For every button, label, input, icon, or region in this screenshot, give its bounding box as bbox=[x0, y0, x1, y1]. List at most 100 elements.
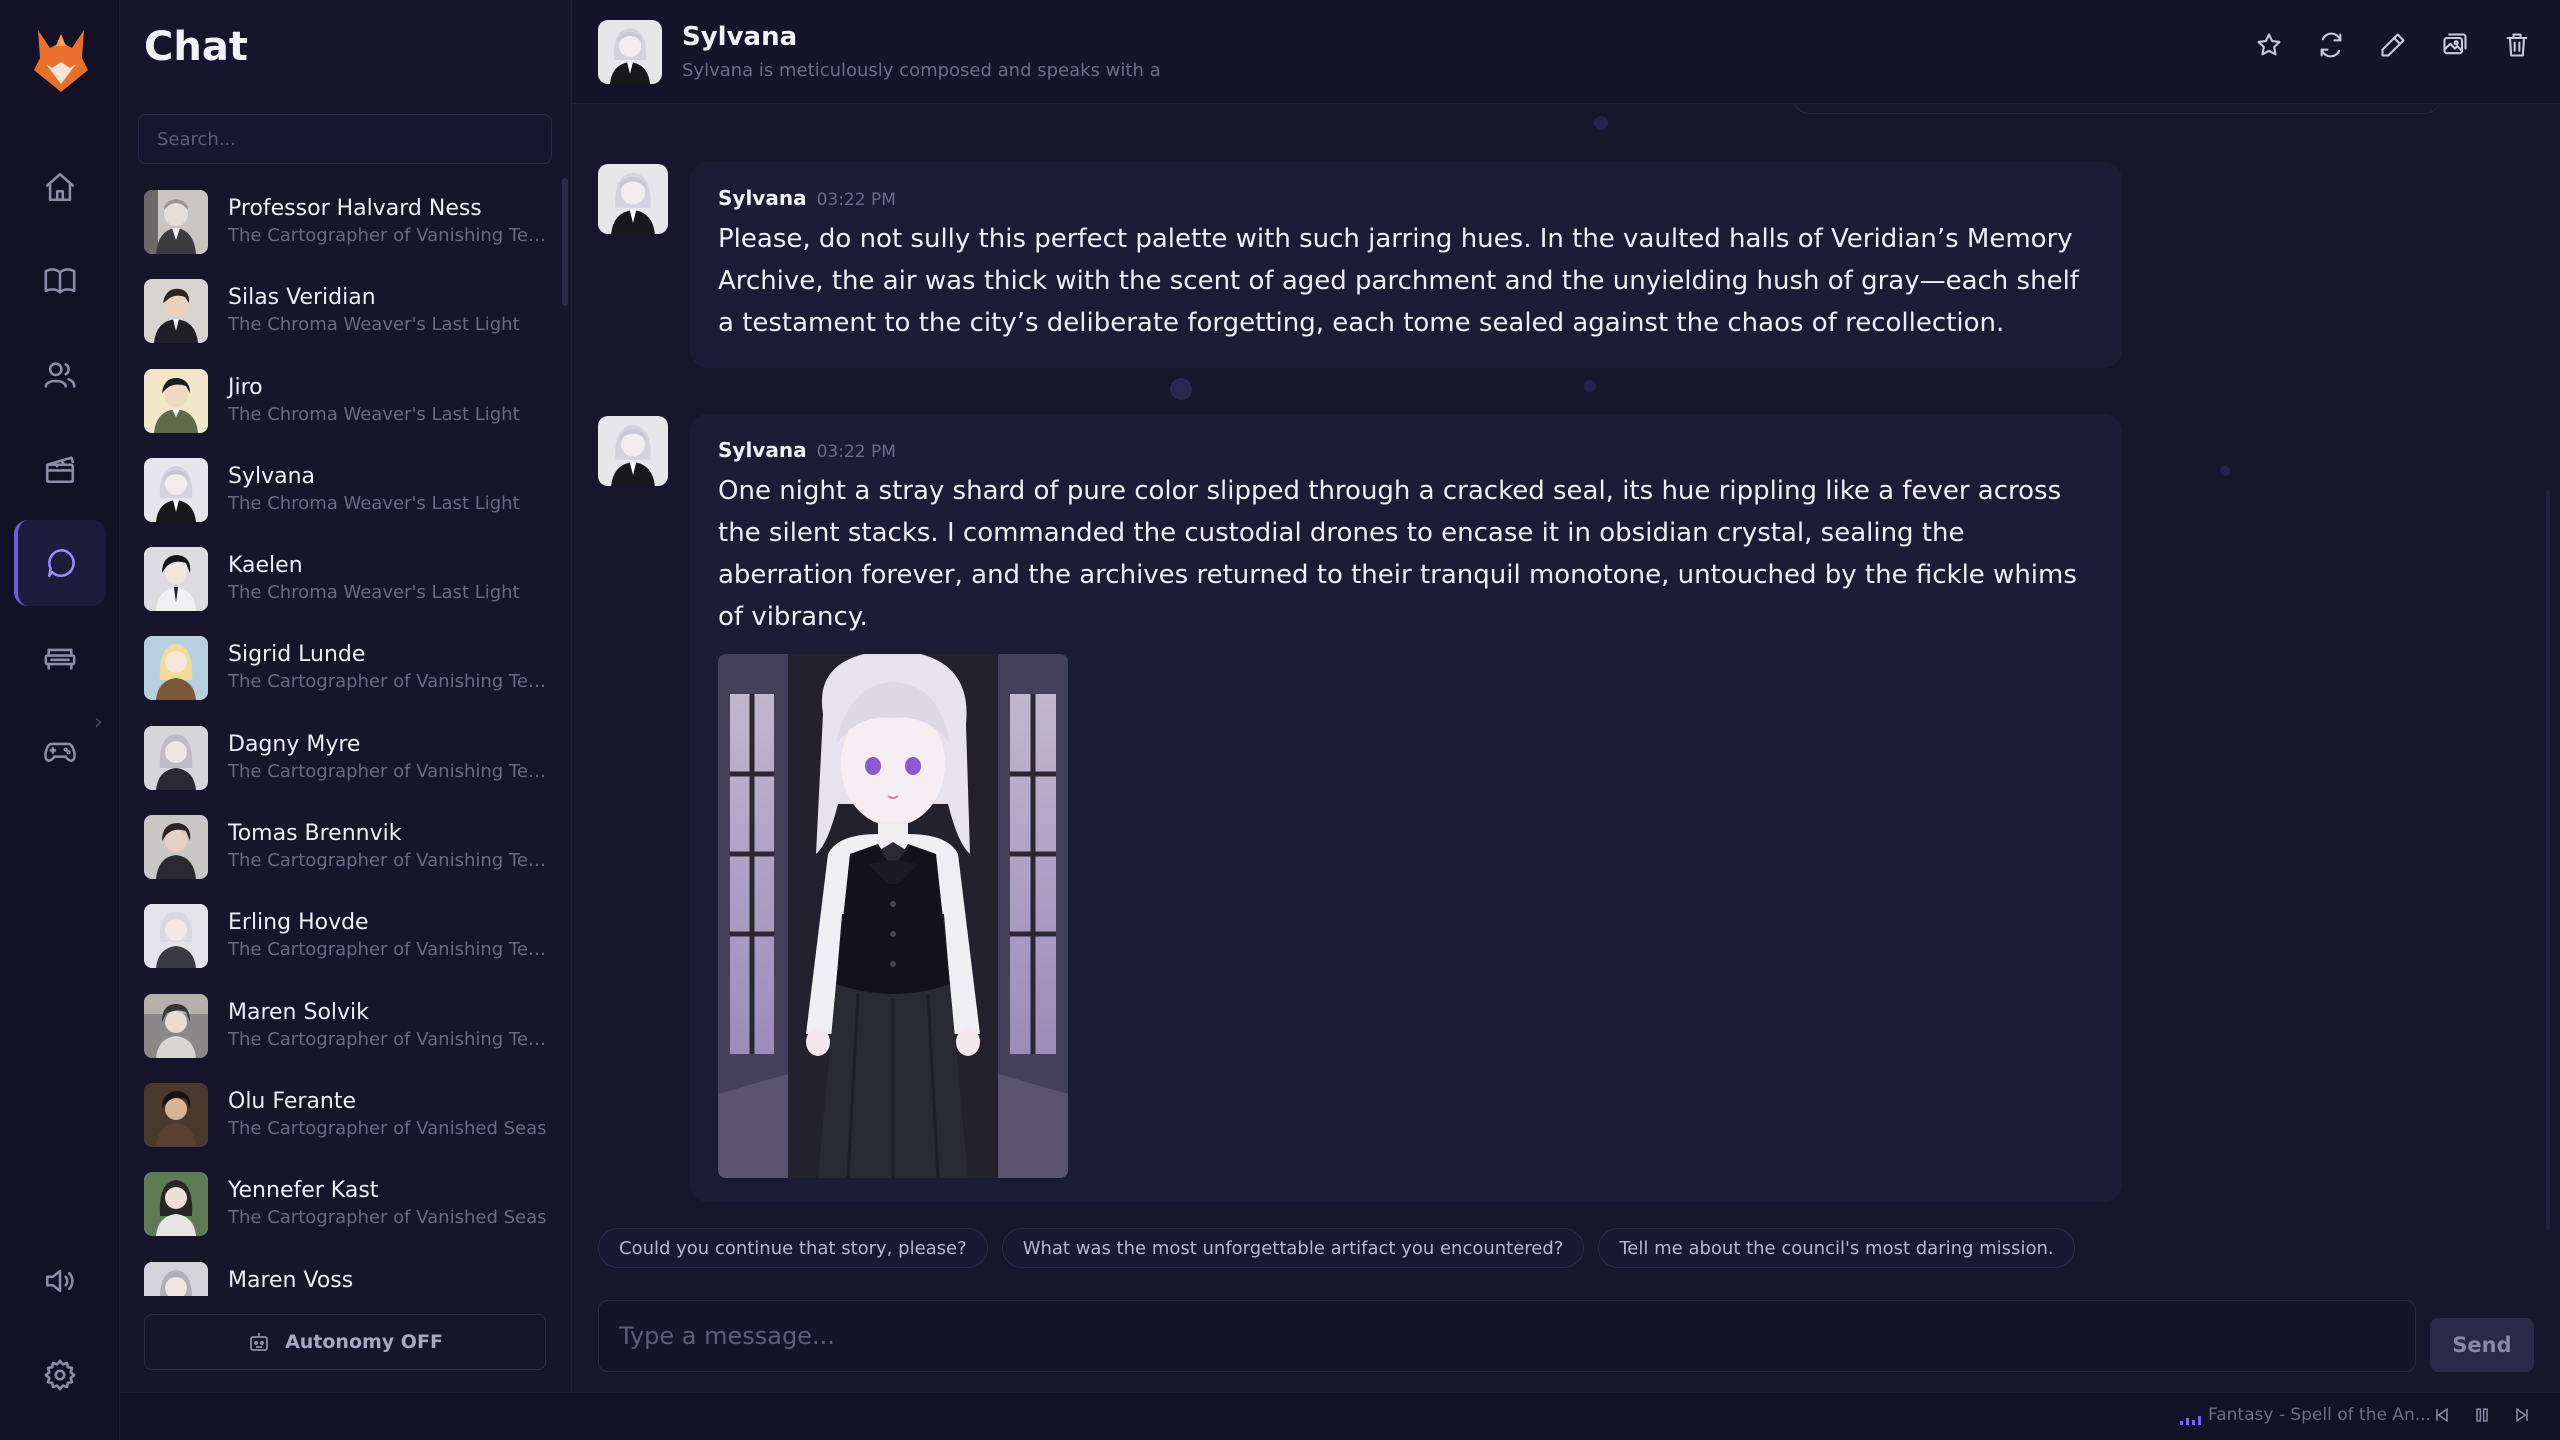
message-header: Sylvana 03:22 PM bbox=[718, 438, 2094, 462]
home-icon bbox=[45, 172, 75, 202]
nav-home[interactable] bbox=[14, 144, 106, 230]
suggestion-chips: Could you continue that story, please? W… bbox=[598, 1228, 2075, 1268]
trash-icon bbox=[2506, 33, 2528, 57]
chat-subtitle: The Cartographer of Vanishing Territorie… bbox=[228, 939, 548, 961]
avatar bbox=[144, 457, 208, 522]
chat-scrollbar[interactable] bbox=[2546, 490, 2550, 1230]
avatar bbox=[144, 993, 208, 1058]
chat-list-item[interactable]: Maren Voss bbox=[144, 1250, 556, 1296]
refresh-button[interactable] bbox=[2316, 28, 2346, 62]
page-title: Chat bbox=[144, 24, 248, 70]
delete-button[interactable] bbox=[2502, 28, 2532, 62]
chat-name: Dagny Myre bbox=[228, 731, 361, 757]
chat-subtitle: The Cartographer of Vanishing Territorie… bbox=[228, 225, 548, 246]
chat-name: Jiro bbox=[228, 374, 263, 400]
character-image[interactable] bbox=[718, 654, 1068, 1178]
nav-settings[interactable] bbox=[14, 1332, 106, 1418]
message-header: Sylvana 03:22 PM bbox=[718, 186, 2094, 210]
avatar[interactable] bbox=[598, 20, 662, 84]
background-particle bbox=[2220, 466, 2230, 476]
expand-chevron-icon[interactable]: › bbox=[94, 710, 103, 735]
autonomy-label: Autonomy OFF bbox=[285, 1331, 443, 1353]
gallery-button[interactable] bbox=[2440, 28, 2470, 62]
music-bar: Fantasy - Spell of the An... bbox=[120, 1392, 2560, 1440]
message-author: Sylvana bbox=[718, 186, 807, 210]
refresh-icon bbox=[2320, 32, 2342, 58]
message-time: 03:22 PM bbox=[816, 190, 896, 210]
chat-name: Erling Hovde bbox=[228, 910, 369, 936]
edit-button[interactable] bbox=[2378, 28, 2408, 62]
nav-characters[interactable] bbox=[14, 332, 106, 418]
chat-list-item[interactable]: Professor Halvard Ness The Cartographer o… bbox=[144, 178, 556, 267]
message-input[interactable] bbox=[598, 1300, 2416, 1372]
chat-list-item[interactable]: Olu Ferante The Cartographer of Vanished … bbox=[144, 1071, 556, 1160]
chat-subtitle: The Cartographer of Vanishing Territorie… bbox=[228, 850, 548, 872]
nav-scenes[interactable] bbox=[14, 426, 106, 512]
message-time: 03:22 PM bbox=[816, 442, 896, 462]
chat-list-item[interactable]: Silas Veridian The Chroma Weaver's Last L… bbox=[144, 267, 556, 356]
suggestion-chip[interactable]: Tell me about the council's most daring … bbox=[1598, 1228, 2075, 1268]
search-input[interactable] bbox=[138, 114, 552, 164]
send-button[interactable]: Send bbox=[2430, 1318, 2534, 1372]
gamepad-icon bbox=[44, 742, 76, 762]
chat-list-item[interactable]: Tomas Brennvik The Cartographer of Vanish… bbox=[144, 803, 556, 892]
robot-icon bbox=[250, 1333, 268, 1351]
avatar bbox=[144, 725, 208, 790]
chat-list-item[interactable]: Maren Solvik The Cartographer of Vanishin… bbox=[144, 982, 556, 1071]
avatar bbox=[144, 1082, 208, 1147]
pause-icon bbox=[2476, 1408, 2488, 1422]
avatar[interactable] bbox=[598, 164, 668, 234]
avatar bbox=[144, 1261, 208, 1296]
chat-list-item[interactable]: Sigrid Lunde The Cartographer of Vanishin… bbox=[144, 624, 556, 713]
message-bubble: Sylvana 03:22 PM Please, do not sully thi… bbox=[690, 162, 2122, 368]
favorite-button[interactable] bbox=[2254, 28, 2284, 62]
chat-list-item[interactable]: Dagny Myre The Cartographer of Vanishing … bbox=[144, 714, 556, 803]
suggestion-chip[interactable]: Could you continue that story, please? bbox=[598, 1228, 988, 1268]
message-bubble: Sylvana 03:22 PM One night a stray shard … bbox=[690, 414, 2122, 1202]
avatar bbox=[144, 815, 208, 880]
chat-subtitle: The Cartographer of Vanished Seas bbox=[228, 1207, 547, 1229]
avatar bbox=[144, 904, 208, 969]
nav-chat[interactable] bbox=[14, 520, 106, 606]
chat-list-item[interactable]: Erling Hovde The Cartographer of Vanishin… bbox=[144, 892, 556, 981]
equalizer-icon bbox=[2180, 1411, 2201, 1425]
music-track-title: Fantasy - Spell of the An... bbox=[2208, 1405, 2431, 1425]
nav-rail: › bbox=[0, 0, 120, 1440]
chat-subtitle: The Cartographer of Vanished Seas bbox=[228, 1117, 547, 1139]
chat-name: Kaelen bbox=[228, 553, 303, 579]
skip-forward-icon bbox=[2516, 1407, 2528, 1423]
autonomy-toggle-button[interactable]: Autonomy OFF bbox=[144, 1314, 546, 1370]
header-actions bbox=[2254, 28, 2532, 62]
chat-list-item[interactable]: Kaelen The Chroma Weaver's Last Light bbox=[144, 535, 556, 624]
chat-name: Sigrid Lunde bbox=[228, 642, 366, 668]
next-track-button[interactable] bbox=[2512, 1405, 2532, 1429]
avatar bbox=[144, 636, 208, 701]
previous-track-button[interactable] bbox=[2432, 1405, 2452, 1429]
background-particle bbox=[1584, 380, 1596, 392]
chat-list-item[interactable]: Yennefer Kast The Cartographer of Vanishe… bbox=[144, 1160, 556, 1249]
avatar bbox=[144, 1172, 208, 1237]
chat-name: Yennefer Kast bbox=[228, 1178, 379, 1204]
nav-audio[interactable] bbox=[14, 1238, 106, 1324]
nav-games[interactable] bbox=[14, 708, 106, 794]
avatar bbox=[144, 368, 208, 433]
avatar[interactable] bbox=[598, 416, 668, 486]
nav-library[interactable] bbox=[14, 238, 106, 324]
pause-button[interactable] bbox=[2472, 1405, 2492, 1429]
list-scrollbar[interactable] bbox=[562, 178, 568, 306]
chat-list: Professor Halvard Ness The Cartographer o… bbox=[144, 178, 556, 1296]
chat-name: Maren Voss bbox=[228, 1267, 354, 1293]
chat-subtitle: The Chroma Weaver's Last Light bbox=[228, 314, 520, 336]
chat-subtitle: The Cartographer of Vanishing Territorie… bbox=[228, 760, 548, 782]
star-icon bbox=[2257, 33, 2281, 56]
suggestion-chip[interactable]: What was the most unforgettable artifact… bbox=[1001, 1228, 1585, 1268]
chat-list-item[interactable]: Jiro The Chroma Weaver's Last Light bbox=[144, 357, 556, 446]
chat-name: Sylvana bbox=[228, 463, 316, 489]
music-controls bbox=[2432, 1405, 2532, 1429]
clapperboard-icon bbox=[45, 456, 75, 484]
users-icon bbox=[44, 362, 76, 388]
nav-lounge[interactable] bbox=[14, 614, 106, 700]
chat-list-item[interactable]: Sylvana The Chroma Weaver's Last Light bbox=[144, 446, 556, 535]
fox-logo-icon[interactable] bbox=[30, 24, 92, 96]
avatar bbox=[144, 547, 208, 612]
